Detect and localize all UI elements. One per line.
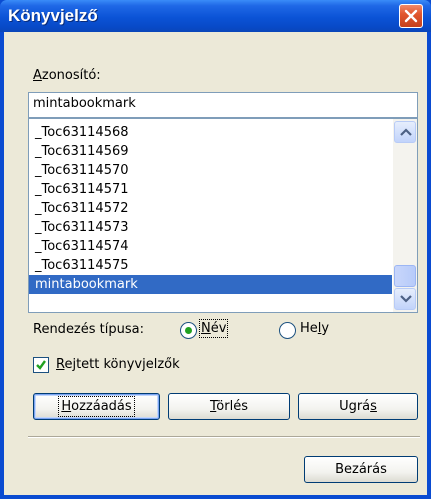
close-x-icon bbox=[404, 9, 418, 23]
bookmark-list-item[interactable]: _Toc63114574 bbox=[29, 237, 392, 256]
bookmark-list-item[interactable]: _Toc63114575 bbox=[29, 256, 392, 275]
hidden-bookmarks-label[interactable]: Rejtett könyvjelzők bbox=[56, 357, 180, 372]
bookmark-list-items: _Toc63114568 _Toc63114569 _Toc63114570 _Toc… bbox=[29, 123, 392, 294]
title-bar[interactable]: Könyvjelző bbox=[0, 0, 431, 32]
checkmark-icon bbox=[36, 360, 46, 370]
goto-button[interactable]: Ugrás bbox=[298, 393, 418, 420]
identifier-input-value: mintabookmark bbox=[33, 96, 136, 111]
chevron-up-icon bbox=[400, 128, 412, 136]
scroll-down-button[interactable] bbox=[394, 288, 416, 310]
list-scrollbar[interactable] bbox=[393, 119, 417, 312]
bookmark-list[interactable]: _Toc63114568 _Toc63114569 _Toc63114570 _Toc… bbox=[28, 118, 418, 313]
radio-selected-dot bbox=[185, 327, 192, 334]
hidden-bookmarks-checkbox[interactable] bbox=[33, 357, 49, 373]
bookmark-dialog: Könyvjelző Azonosító: mintabookmark _Toc… bbox=[0, 0, 431, 499]
identifier-label: Azonosító: bbox=[33, 68, 101, 83]
sort-by-name-radio[interactable] bbox=[180, 322, 197, 339]
scroll-thumb[interactable] bbox=[394, 265, 416, 287]
bookmark-list-item[interactable]: _Toc63114570 bbox=[29, 161, 392, 180]
separator-line bbox=[28, 436, 420, 438]
bookmark-list-item[interactable]: _Toc63114571 bbox=[29, 180, 392, 199]
close-window-button[interactable] bbox=[399, 4, 423, 28]
bookmark-list-item[interactable]: _Toc63114569 bbox=[29, 142, 392, 161]
delete-button[interactable]: Törlés bbox=[168, 393, 290, 420]
bookmark-list-item[interactable]: _Toc63114572 bbox=[29, 199, 392, 218]
dialog-title: Könyvjelző bbox=[8, 6, 98, 25]
identifier-input[interactable]: mintabookmark bbox=[28, 92, 418, 118]
bookmark-list-item[interactable]: mintabookmark bbox=[29, 275, 392, 294]
chevron-down-icon bbox=[400, 295, 412, 303]
bookmark-list-item[interactable]: _Toc63114568 bbox=[29, 123, 392, 142]
sort-by-name-label[interactable]: Név bbox=[198, 319, 229, 338]
sort-type-label: Rendezés típusa: bbox=[33, 322, 144, 337]
close-button[interactable]: Bezárás bbox=[304, 456, 418, 483]
scroll-up-button[interactable] bbox=[394, 121, 416, 143]
bookmark-list-item[interactable]: _Toc63114573 bbox=[29, 218, 392, 237]
sort-by-location-radio[interactable] bbox=[279, 322, 296, 339]
sort-by-location-label[interactable]: Hely bbox=[300, 321, 329, 336]
add-button[interactable]: Hozzáadás bbox=[33, 393, 160, 420]
